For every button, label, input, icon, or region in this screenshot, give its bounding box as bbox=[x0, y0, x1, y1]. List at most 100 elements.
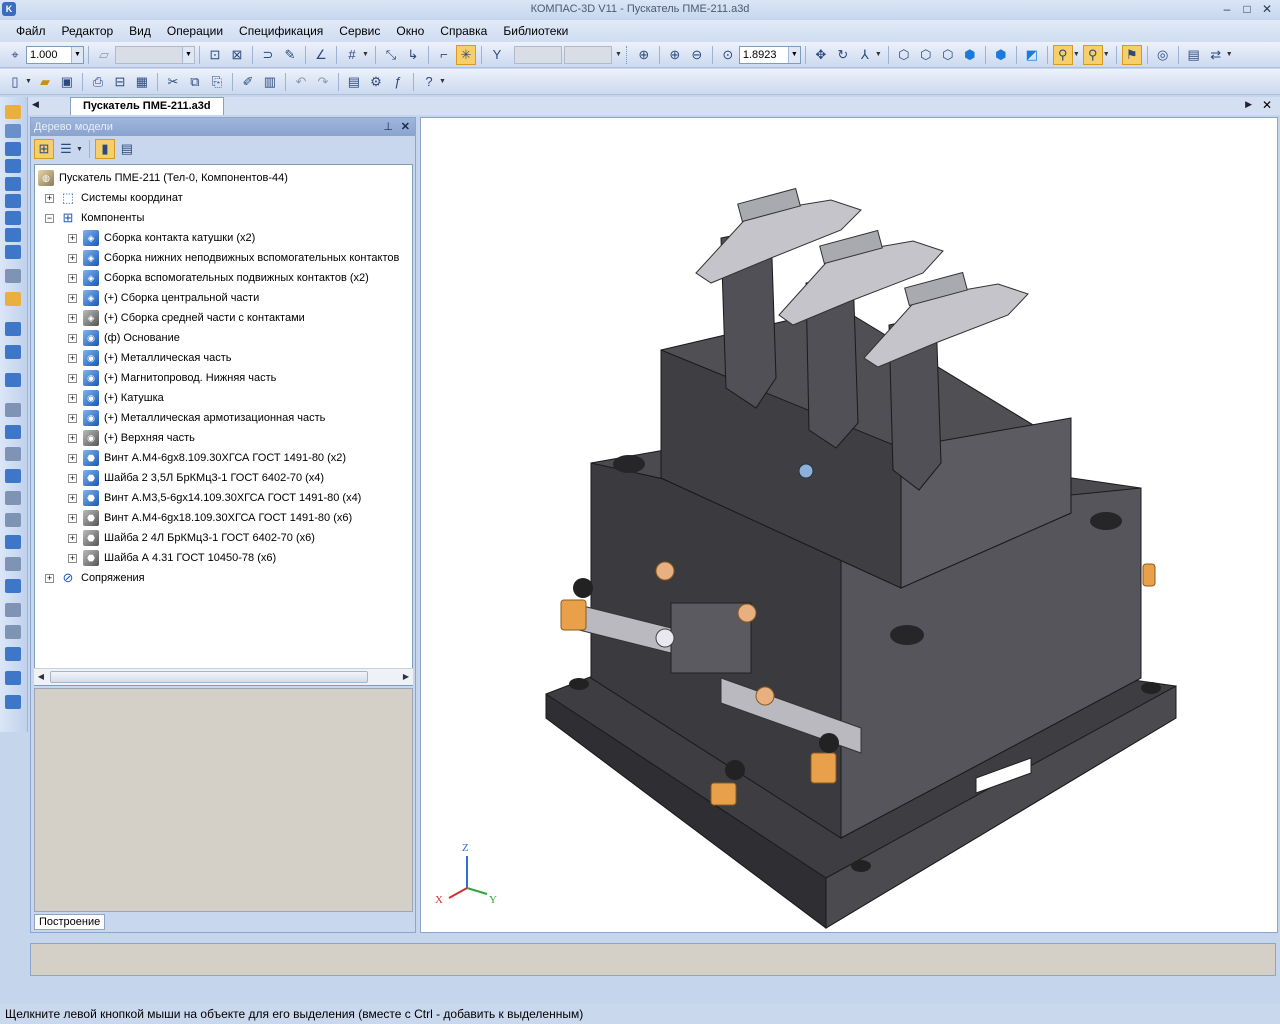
tab-document[interactable]: Пускатель ПМЕ-211.a3d bbox=[70, 97, 224, 115]
variables-icon[interactable]: ƒ bbox=[388, 72, 408, 92]
expand-icon[interactable]: + bbox=[68, 253, 77, 263]
orientation-icon[interactable]: ⅄ bbox=[855, 45, 875, 65]
axes-icon[interactable]: ↳ bbox=[403, 45, 423, 65]
point-icon[interactable] bbox=[5, 625, 21, 639]
chevron-down-icon[interactable]: ▼ bbox=[25, 78, 32, 85]
expand-icon[interactable]: + bbox=[68, 553, 77, 563]
menu-view[interactable]: Вид bbox=[121, 24, 159, 38]
tree-structure-icon[interactable]: ⊞ bbox=[34, 139, 54, 159]
step-combo[interactable]: 1.000 ▼ bbox=[26, 45, 84, 64]
model-viewport[interactable]: Z X Y bbox=[420, 117, 1278, 933]
draft-icon[interactable] bbox=[5, 491, 21, 505]
chevron-down-icon[interactable]: ▼ bbox=[1103, 51, 1110, 58]
menu-libraries[interactable]: Библиотеки bbox=[495, 24, 576, 38]
chevron-down-icon[interactable]: ▼ bbox=[787, 46, 800, 63]
tree-component[interactable]: + ◉ (+) Магнитопровод. Нижняя часть bbox=[68, 368, 276, 388]
tree-node-components[interactable]: − ⊞ Компоненты bbox=[45, 208, 144, 228]
mass-icon[interactable] bbox=[5, 671, 21, 685]
thin-lines-icon[interactable]: ⬡ bbox=[938, 45, 958, 65]
tree-component[interactable]: + ⬣ Винт А.М3,5-6gx14.109.30ХГСА ГОСТ 14… bbox=[68, 488, 361, 508]
perspective-icon[interactable]: ◩ bbox=[1022, 45, 1042, 65]
show-mates-icon[interactable]: ▮ bbox=[94, 139, 115, 159]
scrollbar-thumb[interactable] bbox=[50, 671, 368, 683]
y-coordinate-field[interactable] bbox=[563, 45, 612, 64]
menu-window[interactable]: Окно bbox=[388, 24, 432, 38]
filter-tool-icon[interactable] bbox=[5, 211, 21, 225]
expand-icon[interactable]: + bbox=[68, 493, 77, 503]
tree-component[interactable]: + ⬣ Винт А.М4-6gx18.109.30ХГСА ГОСТ 1491… bbox=[68, 508, 352, 528]
menu-specification[interactable]: Спецификация bbox=[231, 24, 331, 38]
tree-component[interactable]: + ◈ Сборка контакта катушки (x2) bbox=[68, 228, 255, 248]
rib-icon[interactable] bbox=[5, 447, 21, 461]
layer-icon[interactable]: ▱ bbox=[94, 45, 114, 65]
tree-component[interactable]: + ◈ Сборка вспомогательных подвижных кон… bbox=[68, 268, 369, 288]
chevron-down-icon[interactable]: ▼ bbox=[1073, 51, 1080, 58]
undo-icon[interactable]: ↶ bbox=[291, 72, 311, 92]
expand-icon[interactable]: + bbox=[68, 293, 77, 303]
expand-icon[interactable]: + bbox=[68, 453, 77, 463]
tree-component[interactable]: + ◉ (ф) Основание bbox=[68, 328, 180, 348]
magnet-icon[interactable]: ⊃ bbox=[258, 45, 278, 65]
attributes-icon[interactable]: ▥ bbox=[260, 72, 280, 92]
plane-icon[interactable] bbox=[5, 557, 21, 571]
chevron-down-icon[interactable]: ▼ bbox=[1226, 51, 1233, 58]
rotate-icon[interactable]: ↻ bbox=[833, 45, 853, 65]
open-icon[interactable]: ▰ bbox=[35, 72, 55, 92]
tree-component[interactable]: + ⬣ Винт А.М4-6gx8.109.30ХГСА ГОСТ 1491-… bbox=[68, 448, 346, 468]
grid-icon[interactable]: # bbox=[342, 45, 362, 65]
chevron-down-icon[interactable]: ▼ bbox=[76, 146, 83, 153]
chevron-down-icon[interactable]: ▼ bbox=[875, 51, 882, 58]
print-preview-icon[interactable]: ⊟ bbox=[110, 72, 130, 92]
tree-component[interactable]: + ◉ (+) Катушка bbox=[68, 388, 164, 408]
component-icon[interactable] bbox=[5, 322, 21, 336]
coordinate-icon[interactable]: Y bbox=[487, 45, 507, 65]
menu-service[interactable]: Сервис bbox=[331, 24, 388, 38]
style-combo[interactable]: ▼ bbox=[115, 45, 195, 64]
zoom-scale-icon[interactable]: ⊙ bbox=[718, 45, 738, 65]
expand-icon[interactable]: + bbox=[68, 473, 77, 483]
shaded-icon[interactable]: ⬢ bbox=[960, 45, 980, 65]
tree-component[interactable]: + ◈ (+) Сборка центральной части bbox=[68, 288, 259, 308]
chevron-down-icon[interactable]: ▼ bbox=[615, 51, 622, 58]
local-cs-icon[interactable]: ⊡ bbox=[205, 45, 225, 65]
pin-icon[interactable]: ⊥ bbox=[383, 118, 393, 136]
chevron-down-icon[interactable]: ▼ bbox=[182, 46, 194, 63]
measure-icon[interactable] bbox=[5, 245, 21, 259]
tab-scroll-left-icon[interactable]: ◀ bbox=[32, 99, 39, 110]
tree-component[interactable]: + ◈ Сборка нижних неподвижных вспомогате… bbox=[68, 248, 399, 268]
expand-icon[interactable]: + bbox=[68, 313, 77, 323]
tree-component[interactable]: + ◉ (+) Верхняя часть bbox=[68, 428, 195, 448]
toolbar-grip[interactable] bbox=[625, 45, 629, 64]
ortho-icon[interactable]: ∠ bbox=[311, 45, 331, 65]
pencil-icon[interactable]: ✎ bbox=[280, 45, 300, 65]
redo-icon[interactable]: ↷ bbox=[313, 72, 333, 92]
axis-icon[interactable] bbox=[5, 579, 21, 593]
array-icon[interactable] bbox=[5, 269, 21, 283]
section-icon[interactable] bbox=[5, 513, 21, 527]
tree-component[interactable]: + ◉ (+) Металлическая армотизационная ча… bbox=[68, 408, 325, 428]
mate-icon[interactable] bbox=[5, 373, 21, 387]
shaded-edges-icon[interactable]: ⬢ bbox=[991, 45, 1011, 65]
scroll-right-icon[interactable]: ▶ bbox=[399, 670, 413, 684]
parameters-icon[interactable]: ⚙ bbox=[366, 72, 386, 92]
copy-icon[interactable]: ⧉ bbox=[185, 72, 205, 92]
hidden-lines-icon[interactable]: ⬡ bbox=[916, 45, 936, 65]
tree-component[interactable]: + ◈ (+) Сборка средней части с контактам… bbox=[68, 308, 305, 328]
step-cursor-icon[interactable]: ⌖ bbox=[5, 45, 25, 65]
extrude-icon[interactable] bbox=[5, 142, 21, 156]
tree-component[interactable]: + ◉ (+) Металлическая часть bbox=[68, 348, 232, 368]
paste-icon[interactable]: ⎘ bbox=[207, 72, 227, 92]
zoom-in-icon[interactable]: ⊕ bbox=[665, 45, 685, 65]
menu-help[interactable]: Справка bbox=[432, 24, 495, 38]
expand-icon[interactable]: + bbox=[45, 193, 54, 203]
curve-icon[interactable] bbox=[5, 603, 21, 617]
manager-icon[interactable]: ⚑ bbox=[1121, 44, 1142, 65]
print-icon[interactable]: ⎙ bbox=[88, 72, 108, 92]
chevron-down-icon[interactable]: ▼ bbox=[71, 46, 83, 63]
filter-select-icon[interactable]: ⚲ bbox=[1082, 44, 1103, 65]
spec-icon[interactable] bbox=[5, 228, 21, 242]
manager-doc-icon[interactable]: ▦ bbox=[132, 72, 152, 92]
step-icon[interactable]: ⌐ bbox=[434, 45, 454, 65]
snap-icon[interactable]: ⊠ bbox=[227, 45, 247, 65]
chamfer-icon[interactable] bbox=[5, 194, 21, 208]
